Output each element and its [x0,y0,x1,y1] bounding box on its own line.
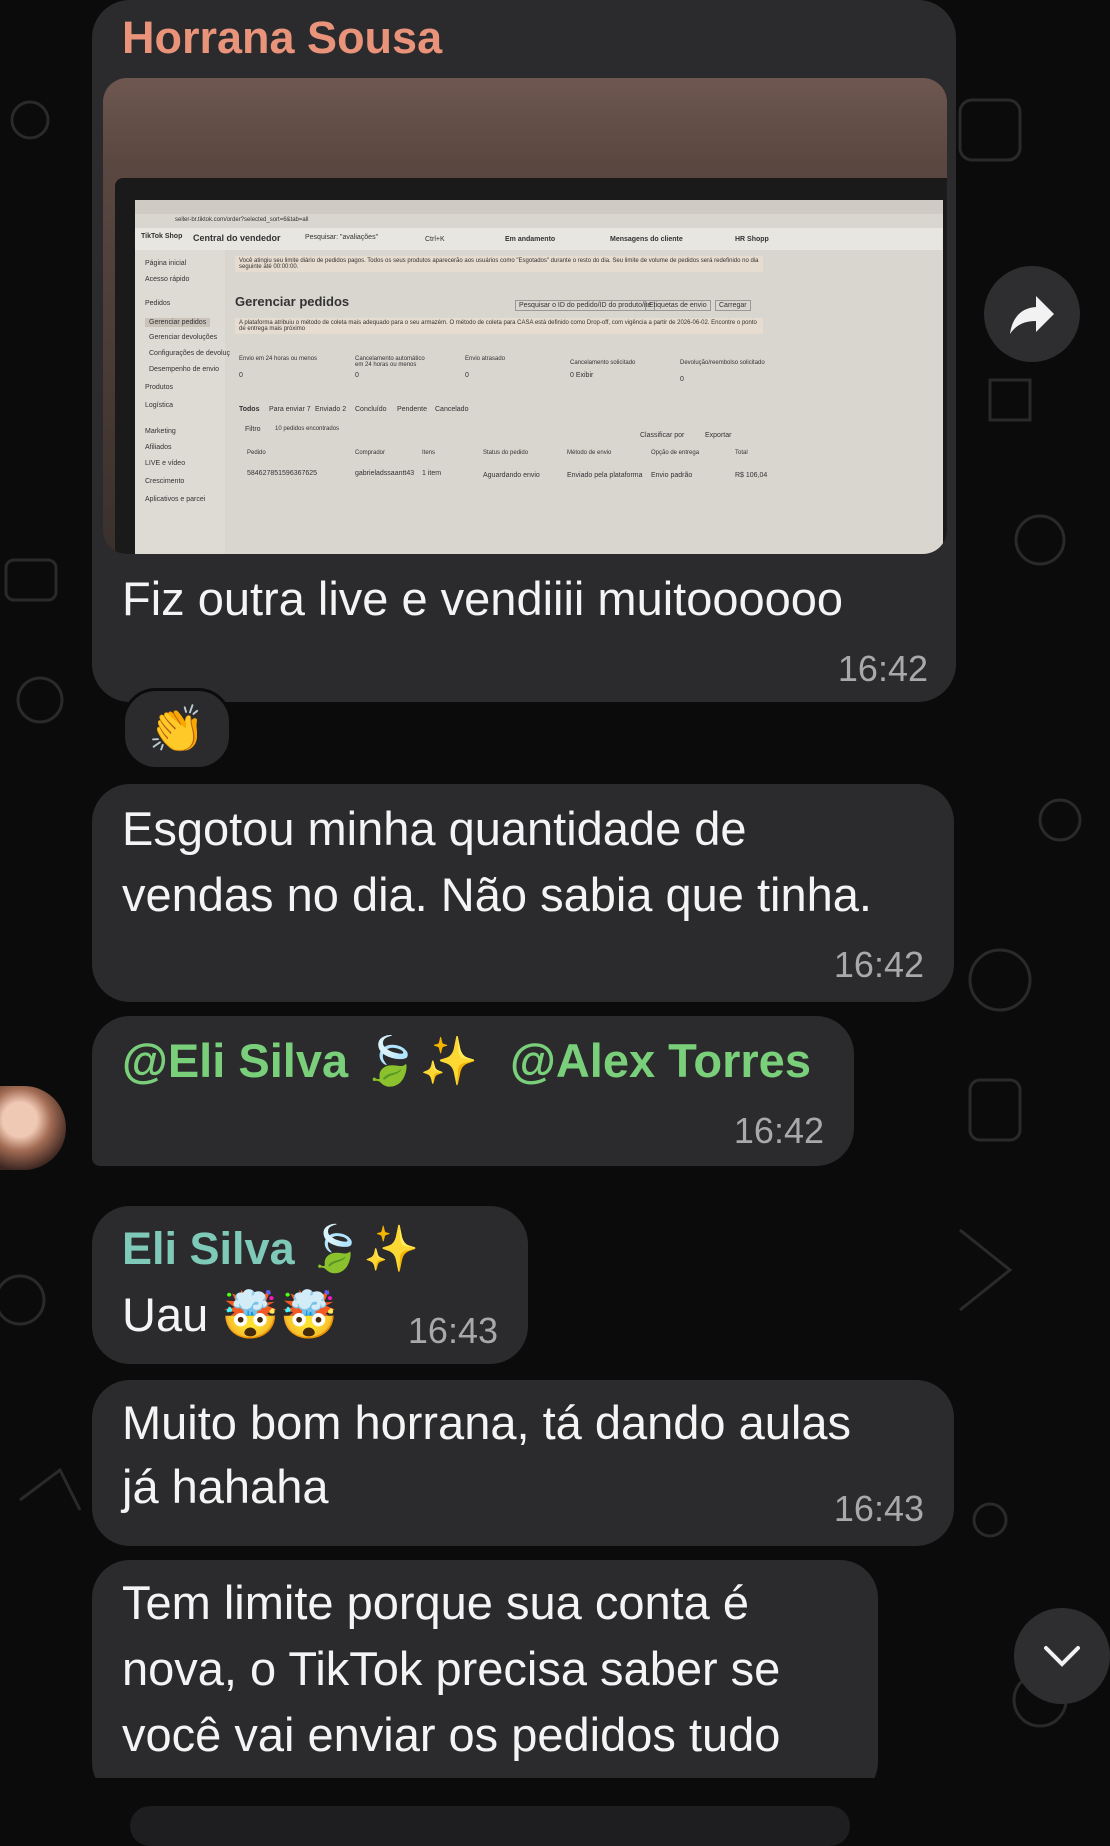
message-text: Fiz outra live e vendiiii muitoooooo [122,572,844,625]
message-bubble[interactable]: Eli Silva 🍃✨ Uau 🤯🤯 16:43 [92,1206,528,1364]
photo-brand: TikTok Shop [141,233,183,240]
photo-tab: Pendente [397,406,427,413]
message-time: 16:42 [733,1110,824,1151]
photo-status: Em andamento [505,236,556,243]
photo-nav: Desempenho de envio [149,366,220,373]
photo-tab: Para enviar 7 [269,406,311,413]
message-bubble[interactable]: Esgotou minha quantidade de vendas no di… [92,784,954,1002]
message-text: já hahaha [122,1460,329,1513]
photo-stat-label: Devolução/reembolso solicitado [680,360,765,366]
photo-col: Itens [422,450,436,456]
photo-alert: A plataforma atribuiu o método de coleta… [235,318,763,334]
message-bubble[interactable]: @Eli Silva 🍃✨ @Alex Torres 16:42 [92,1016,854,1166]
message-bubble[interactable]: Horrana Sousa seller-br.tiktok.com/order… [92,0,956,702]
message-input[interactable] [130,1806,850,1846]
message-time: 16:43 [833,1488,924,1529]
photo-load: Carregar [715,300,751,311]
message-bubble[interactable]: Muito bom horrana, tá dando aulas já hah… [92,1380,954,1546]
scroll-down-button[interactable] [1014,1608,1110,1704]
photo-tab: Cancelado [435,406,469,413]
mention-eli-silva[interactable]: @Eli Silva 🍃✨ [122,1028,478,1094]
photo-tab: Enviado 2 [315,406,347,413]
photo-stat-label: Cancelamento automático em 24 horas ou m… [355,356,425,368]
message-text: Tem limite porque sua conta é [122,1576,749,1629]
photo-tab: Todos [239,406,260,413]
avatar[interactable] [0,1086,66,1170]
chevron-down-icon [1044,1646,1080,1667]
message-text: Esgotou minha quantidade de [122,802,747,855]
message-bubble[interactable]: Tem limite porque sua conta é nova, o Ti… [92,1560,878,1800]
message-text: Uau 🤯🤯 [122,1288,339,1341]
photo-stat-value: 0 Exibir [570,372,594,379]
photo-col: Total [735,450,748,456]
photo-attachment[interactable]: seller-br.tiktok.com/order?selected_sort… [103,78,947,554]
photo-cell: 1 item [422,470,442,477]
photo-stat-label: Envio atrasado [465,356,506,362]
photo-title: Gerenciar pedidos [235,294,350,309]
message-text: Muito bom horrana, tá dando aulas [122,1396,851,1449]
message-text: você vai enviar os pedidos tudo [122,1708,781,1761]
clapping-hands-icon: 👏 [148,702,206,755]
message-text: vendas no dia. Não sabia que tinha. [122,868,872,921]
photo-nav: Gerenciar pedidos [145,318,211,327]
photo-col: Método de envio [567,450,612,456]
photo-found: 10 pedidos encontrados [275,426,340,432]
photo-stat-label: Cancelamento solicitado [570,360,636,366]
mention-alex-torres[interactable]: @Alex Torres [510,1028,811,1094]
photo-cell: Envio padrão [651,472,693,479]
photo-messages: Mensagens do cliente [610,236,683,243]
forward-button[interactable] [984,266,1080,362]
photo-shortcut: Ctrl+K [425,236,445,243]
photo-stat-value: 0 [680,376,684,383]
photo-col: Pedido [247,450,266,456]
message-time: 16:43 [407,1310,498,1351]
sender-name[interactable]: Eli Silva 🍃✨ [122,1222,419,1275]
photo-cell: R$ 106,04 [735,472,768,479]
photo-stat-value: 0 [355,372,359,379]
photo-stat-label: Envio em 24 horas ou menos [239,356,318,362]
photo-col: Comprador [355,450,386,456]
photo-nav: Afiliados [145,444,172,451]
message-time: 16:42 [837,648,928,689]
photo-export: Exportar [705,432,732,439]
photo-cell: 584627851596367625 [247,470,318,477]
reaction-badge[interactable]: 👏 [122,688,232,770]
photo-stat-value: 0 [239,372,243,379]
photo-nav: LIVE e vídeo [145,460,186,467]
photo-labels: Etiquetas de envio [645,300,711,311]
photo-filter: Filtro [245,426,261,433]
sender-name[interactable]: Horrana Sousa [122,12,442,64]
photo-nav: Pedidos [145,300,171,307]
photo-shop: HR Shopp [735,236,769,243]
message-time: 16:42 [833,944,924,985]
photo-nav: Logística [145,402,174,409]
photo-nav: Gerenciar devoluções [149,334,218,341]
photo-search: Pesquisar: "avaliações" [305,234,379,241]
laptop-screen: seller-br.tiktok.com/order?selected_sort… [135,200,943,554]
photo-nav: Produtos [145,384,174,391]
photo-sort: Classificar por [640,432,685,439]
photo-stat-value: 0 [465,372,469,379]
laptop-image: seller-br.tiktok.com/order?selected_sort… [115,178,947,554]
forward-arrow-icon [1010,296,1054,334]
photo-central: Central do vendedor [193,233,281,243]
photo-alert: Você atingiu seu limite diário de pedido… [235,256,763,272]
photo-cell: Enviado pela plataforma [567,472,643,479]
photo-nav: Acesso rápido [145,276,190,283]
photo-nav: Crescimento [145,478,185,485]
input-bar [0,1778,1110,1846]
photo-url: seller-br.tiktok.com/order?selected_sort… [175,217,309,223]
photo-nav: Página inicial [145,260,187,267]
photo-nav: Marketing [145,428,176,435]
photo-nav: Aplicativos e parcei [145,496,206,503]
photo-col: Status do pedido [483,450,529,456]
photo-nav: Configurações de devoluç [149,350,230,357]
photo-search-orders: Pesquisar o ID do pedido/ID do produto/i… [515,300,656,311]
photo-tab: Concluído [355,406,387,413]
photo-cell: gabrieladssaantt43 [355,470,415,477]
photo-cell: Aguardando envio [483,472,540,479]
photo-col: Opção de entrega [651,450,700,456]
message-text: nova, o TikTok precisa saber se [122,1642,781,1695]
